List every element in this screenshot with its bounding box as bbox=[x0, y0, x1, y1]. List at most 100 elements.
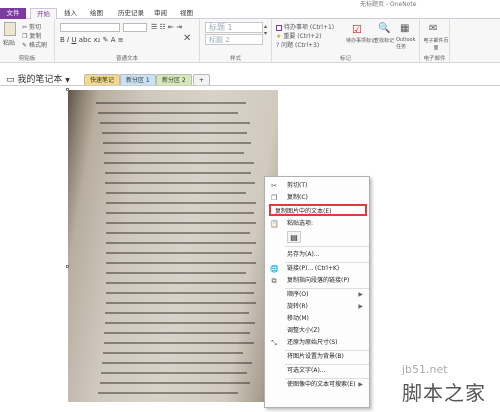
email-group-label: 电子邮件 bbox=[423, 56, 446, 62]
notebook-selector[interactable]: ▭ 我的笔记本 ▼ bbox=[6, 72, 70, 85]
tags-group: 待办事项 (Ctrl+1) ★ 重要 (Ctrl+2) ? 问题 (Ctrl+3… bbox=[272, 19, 420, 63]
chevron-right-icon: ▶ bbox=[358, 303, 363, 310]
email-page-button[interactable]: 电子邮件页面 bbox=[422, 37, 450, 51]
menu-item-save-as[interactable]: 另存为(A)... bbox=[265, 249, 369, 261]
notebook-icon: ▭ bbox=[6, 75, 15, 85]
resize-handle[interactable] bbox=[66, 265, 69, 268]
todo-tag-icon[interactable]: ☑ bbox=[352, 23, 362, 36]
list-buttons[interactable]: ☰ ☷ ⇤ ⇥ bbox=[151, 23, 182, 31]
tab-view[interactable]: 视图 bbox=[174, 8, 199, 19]
watermark-url: jb51.net bbox=[402, 363, 448, 376]
find-tags-button[interactable]: 查找标记 bbox=[374, 37, 394, 44]
email-icon[interactable]: ✉ bbox=[429, 23, 437, 34]
format-buttons[interactable]: B I U abc x₂ ✎ A ≡ bbox=[60, 36, 124, 44]
tab-home[interactable]: 开始 bbox=[30, 8, 57, 19]
book-page-image[interactable] bbox=[68, 90, 278, 402]
cut-icon: ✂ bbox=[271, 182, 277, 190]
menu-item-label: 剪切(T) bbox=[287, 182, 308, 189]
menu-item-alt-text[interactable]: 可选文字(A)... bbox=[265, 365, 369, 377]
menu-item-label: 旋转(R) bbox=[287, 303, 308, 310]
chevron-right-icon: ▶ bbox=[358, 291, 363, 298]
tab-file[interactable]: 文件 bbox=[0, 8, 26, 19]
checkbox-icon bbox=[276, 24, 282, 31]
section-tab-new-1[interactable]: 新分区 1 bbox=[120, 74, 156, 85]
chevron-right-icon: ▶ bbox=[358, 381, 363, 388]
find-tags-icon[interactable]: 🔍 bbox=[378, 23, 390, 34]
menu-item-copy[interactable]: ❐ 复制(C) bbox=[265, 192, 369, 204]
styles-scroll-icon[interactable]: ▴ ▾ bbox=[264, 23, 267, 37]
cut-icon: ✂ bbox=[22, 24, 28, 31]
tab-history[interactable]: 历史记录 bbox=[112, 8, 150, 19]
tag-important[interactable]: ★ 重要 (Ctrl+2) bbox=[276, 31, 321, 40]
menu-item-cut[interactable]: ✂ 剪切(T) bbox=[265, 180, 369, 192]
paste-icon[interactable] bbox=[4, 22, 16, 36]
style-heading2[interactable]: 标题 2 bbox=[205, 34, 263, 45]
clipboard-group: 粘贴 ✂ 剪切 ❐ 复制 ✎ 格式刷 剪贴板 bbox=[0, 19, 55, 63]
resize-handle[interactable] bbox=[66, 88, 69, 91]
menu-item-label: 复制指向段落的链接(P) bbox=[287, 277, 350, 284]
restore-icon: ⤡ bbox=[271, 339, 277, 347]
star-icon: ★ bbox=[276, 33, 282, 40]
styles-group: 标题 1 标题 2 ▴ ▾ 样式 bbox=[200, 19, 272, 63]
paste-button[interactable]: 粘贴 bbox=[3, 38, 15, 47]
menu-item-set-as-background[interactable]: 将图片设置为背景(B) bbox=[265, 351, 369, 363]
add-section-button[interactable]: + bbox=[193, 74, 211, 85]
menu-item-label: 另存为(A)... bbox=[287, 251, 320, 258]
cut-label: 剪切 bbox=[28, 24, 41, 31]
cut-button[interactable]: ✂ 剪切 bbox=[22, 22, 41, 31]
menu-item-resize[interactable]: 调整大小(Z) bbox=[265, 325, 369, 337]
menu-item-label: 使图像中的文本可搜索(E) bbox=[287, 381, 356, 388]
menu-item-link[interactable]: 🌐 链接(P)... (Ctrl+K) bbox=[265, 263, 369, 275]
clear-format-icon[interactable]: ✕ bbox=[183, 33, 191, 44]
menu-item-order[interactable]: 顺序(O) ▶ bbox=[265, 289, 369, 301]
menu-item-copy-paragraph-link[interactable]: ⧉ 复制指向段落的链接(P) bbox=[265, 275, 369, 287]
menu-separator bbox=[285, 246, 369, 247]
brush-icon: ✎ bbox=[22, 42, 28, 49]
menu-item-paste-options[interactable]: 📋 粘贴选项: bbox=[265, 218, 369, 230]
tag-question-label: 问题 (Ctrl+3) bbox=[281, 42, 320, 49]
todo-tag-button[interactable]: 待办事项标记 bbox=[346, 37, 376, 44]
menu-item-restore-size[interactable]: ⤡ 还原为原始尺寸(S) bbox=[265, 337, 369, 349]
style-heading1[interactable]: 标题 1 bbox=[205, 22, 263, 33]
basic-text-group: ☰ ☷ ⇤ ⇥ B I U abc x₂ ✎ A ≡ ✕ 普通文本 bbox=[55, 19, 200, 63]
context-menu: ✂ 剪切(T) ❐ 复制(C) 复制图片中的文本(E) 📋 粘贴选项: ▤ 另存… bbox=[264, 176, 370, 408]
copy-label: 复制 bbox=[29, 33, 42, 40]
format-painter-label: 格式刷 bbox=[28, 42, 47, 49]
menu-item-move[interactable]: 移动(M) bbox=[265, 313, 369, 325]
tag-todo[interactable]: 待办事项 (Ctrl+1) bbox=[276, 22, 334, 31]
menu-item-rotate[interactable]: 旋转(R) ▶ bbox=[265, 301, 369, 313]
link-paragraph-icon: ⧉ bbox=[271, 277, 277, 285]
link-icon: 🌐 bbox=[270, 265, 279, 273]
basic-text-group-label: 普通文本 bbox=[115, 56, 138, 62]
outlook-task-icon[interactable]: ▦ bbox=[400, 23, 409, 34]
section-tab-new-2[interactable]: 新分区 2 bbox=[156, 74, 192, 85]
clipboard-group-label: 剪贴板 bbox=[18, 56, 36, 62]
font-size-combo[interactable] bbox=[123, 23, 147, 32]
font-name-combo[interactable] bbox=[60, 23, 120, 32]
tag-question[interactable]: ? 问题 (Ctrl+3) bbox=[276, 40, 319, 49]
section-tab-quick-notes[interactable]: 快速笔记 bbox=[84, 74, 121, 85]
email-group: ✉ 电子邮件页面 电子邮件 bbox=[420, 19, 450, 63]
outlook-task-button[interactable]: Outlook 任务 bbox=[396, 37, 418, 50]
tab-draw[interactable]: 绘图 bbox=[84, 8, 109, 19]
menu-item-label: 可选文字(A)... bbox=[287, 367, 326, 374]
notebook-bar: ▭ 我的笔记本 ▼ 快速笔记 新分区 1 新分区 2 + bbox=[0, 70, 500, 86]
copy-button[interactable]: ❐ 复制 bbox=[22, 31, 41, 40]
menu-item-label: 复制图片中的文本(E) bbox=[275, 208, 332, 215]
tab-insert[interactable]: 插入 bbox=[58, 8, 83, 19]
watermark-name: 脚本之家 bbox=[402, 381, 486, 405]
menu-item-make-text-searchable[interactable]: 使图像中的文本可搜索(E) ▶ bbox=[265, 379, 369, 391]
paste-icon: 📋 bbox=[270, 220, 279, 228]
copy-icon: ❐ bbox=[22, 33, 28, 40]
tab-review[interactable]: 审阅 bbox=[148, 8, 173, 19]
chevron-down-icon: ▼ bbox=[65, 77, 70, 84]
menu-item-label: 将图片设置为背景(B) bbox=[287, 353, 344, 360]
tag-important-label: 重要 (Ctrl+2) bbox=[283, 33, 322, 40]
format-painter-button[interactable]: ✎ 格式刷 bbox=[22, 40, 47, 49]
menu-item-copy-text-from-picture[interactable]: 复制图片中的文本(E) bbox=[269, 204, 367, 216]
menu-item-label: 链接(P)... (Ctrl+K) bbox=[287, 265, 340, 272]
paste-keep-source-icon[interactable]: ▤ bbox=[287, 231, 301, 243]
notebook-name: 我的笔记本 bbox=[17, 75, 63, 85]
menu-item-label: 还原为原始尺寸(S) bbox=[287, 339, 338, 346]
ribbon-tabs: 文件 开始 插入 绘图 历史记录 审阅 视图 bbox=[0, 7, 500, 19]
